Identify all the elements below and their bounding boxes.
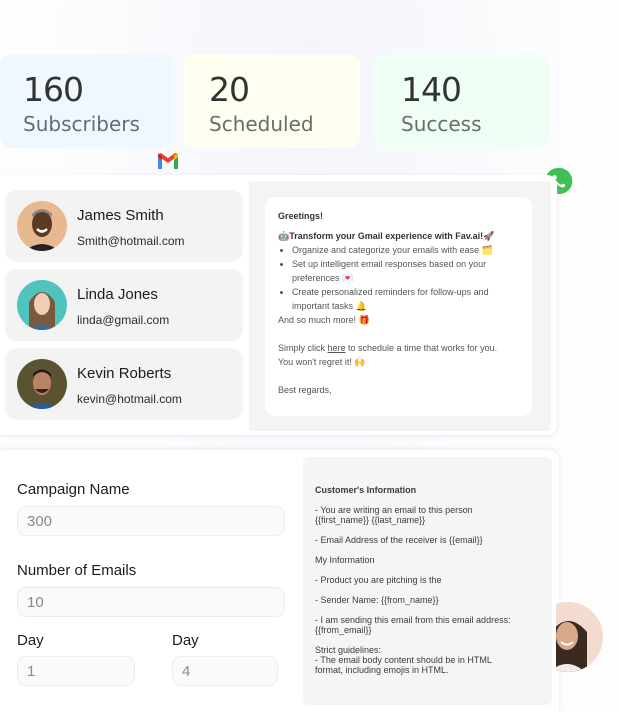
- email-cta-prefix: Simply click: [278, 343, 328, 353]
- prompt-line: - You are writing an email to this perso…: [315, 505, 473, 525]
- stat-label: Subscribers: [23, 112, 140, 136]
- num-emails-label: Number of Emails: [17, 562, 137, 579]
- floating-avatar: [556, 602, 603, 672]
- email-headline: 🤖Transform your Gmail experience with Fa…: [278, 231, 495, 241]
- campaign-name-label: Campaign Name: [17, 481, 130, 498]
- num-emails-input[interactable]: 10: [17, 587, 285, 617]
- email-bullet-list: Organize and categorize your emails with…: [278, 243, 528, 313]
- gmail-icon: [158, 153, 178, 169]
- prompt-line: - Sender Name: {{from_name}}: [315, 595, 439, 605]
- prompt-my-info: My Information: [315, 555, 375, 565]
- email-greeting: Greetings!: [278, 211, 324, 221]
- email-cta-line2: You won't regret it! 🙌: [278, 357, 366, 367]
- schedule-link[interactable]: here: [328, 343, 346, 353]
- prompt-line: - I am sending this email from this emai…: [315, 615, 511, 635]
- email-preview: Greetings! 🤖Transform your Gmail experie…: [265, 197, 532, 416]
- prompt-customer-heading: Customer's Information: [315, 485, 417, 495]
- email-cta-suffix: to schedule a time that works for you.: [345, 343, 498, 353]
- prompt-line: - Product you are pitching is the: [315, 575, 442, 585]
- stat-value: 140: [401, 70, 462, 109]
- email-bullet: Organize and categorize your emails with…: [292, 243, 528, 257]
- stat-card-subscribers: 160 Subscribers: [0, 54, 173, 148]
- contact-email: linda@gmail.com: [77, 313, 170, 327]
- stat-label: Scheduled: [209, 112, 314, 136]
- stat-card-success: 140 Success: [373, 54, 550, 148]
- email-signoff: Best regards,: [278, 385, 332, 395]
- stat-card-scheduled: 20 Scheduled: [183, 54, 360, 148]
- email-cta: Simply click here to schedule a time tha…: [278, 341, 528, 355]
- contact-card[interactable]: Linda Jones linda@gmail.com: [5, 269, 243, 341]
- email-preview-panel: Greetings! 🤖Transform your Gmail experie…: [249, 181, 551, 431]
- contact-card[interactable]: James Smith Smith@hotmail.com: [5, 190, 243, 262]
- stat-value: 20: [209, 70, 250, 109]
- email-bullet: Create personalized reminders for follow…: [292, 285, 528, 313]
- email-bullet: Set up intelligent email responses based…: [292, 257, 528, 285]
- avatar: [17, 359, 67, 409]
- contact-name: Kevin Roberts: [77, 365, 172, 382]
- day-end-input[interactable]: 4: [172, 656, 278, 686]
- contact-card[interactable]: Kevin Roberts kevin@hotmail.com: [5, 348, 243, 420]
- prompt-line: - Email Address of the receiver is {{ema…: [315, 535, 483, 545]
- contact-email: Smith@hotmail.com: [77, 234, 185, 248]
- prompt-textarea[interactable]: Customer's Information - You are writing…: [303, 457, 552, 705]
- campaign-name-input[interactable]: 300: [17, 506, 285, 536]
- avatar: [17, 201, 67, 251]
- email-more: And so much more! 🎁: [278, 315, 370, 325]
- day-start-input[interactable]: 1: [17, 656, 135, 686]
- day-end-label: Day: [172, 632, 199, 649]
- day-start-label: Day: [17, 632, 44, 649]
- campaign-panel: Campaign Name 300 Number of Emails 10 Da…: [0, 450, 559, 712]
- contact-name: Linda Jones: [77, 286, 158, 303]
- avatar: [17, 280, 67, 330]
- stat-label: Success: [401, 112, 482, 136]
- stat-value: 160: [23, 70, 84, 109]
- contact-email: kevin@hotmail.com: [77, 392, 182, 406]
- contact-name: James Smith: [77, 207, 164, 224]
- prompt-guidelines: Strict guidelines: - The email body cont…: [315, 645, 492, 675]
- contacts-panel: James Smith Smith@hotmail.com Linda Jone…: [0, 175, 557, 435]
